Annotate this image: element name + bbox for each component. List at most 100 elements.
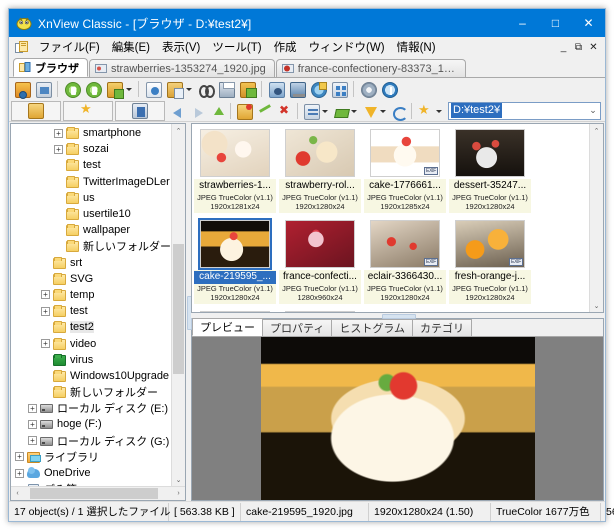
tree-node[interactable]: us — [11, 190, 185, 206]
presentation-button[interactable] — [287, 79, 307, 99]
forward-button[interactable] — [187, 101, 207, 121]
mdi-minimize-button[interactable]: _ — [556, 40, 571, 55]
tree-scroll-left-button[interactable]: ‹ — [11, 487, 24, 500]
tree-expander-icon[interactable]: + — [41, 290, 50, 300]
tree-node[interactable]: + ライブラリ — [11, 449, 185, 465]
menu-window[interactable]: ウィンドウ(W) — [303, 37, 391, 57]
horizontal-splitter[interactable] — [191, 313, 604, 319]
back-button[interactable] — [167, 101, 187, 121]
thumb-scroll-down-button[interactable]: ⌄ — [590, 299, 603, 312]
sort-dropdown-arrow[interactable] — [350, 101, 359, 121]
menu-tools[interactable]: ツール(T) — [206, 37, 267, 57]
tree-node[interactable]: + ローカル ディスク (G:) — [11, 433, 185, 449]
tree-node[interactable]: wallpaper — [11, 222, 185, 238]
thumbnail-grid[interactable]: strawberries-1... JPEG TrueColor (v1.1) 19… — [194, 127, 588, 312]
mdi-restore-button[interactable]: ⧉ — [571, 40, 586, 55]
new-folder-button[interactable] — [234, 101, 254, 121]
chevron-down-icon[interactable]: ⌄ — [586, 105, 600, 116]
tree-hscroll-thumb[interactable] — [30, 488, 158, 499]
add-favorite-dropdown-arrow[interactable] — [435, 101, 444, 121]
tree-node[interactable]: + ローカル ディスク (E:) — [11, 400, 185, 416]
thumbnail-vertical-scrollbar[interactable]: ⌃ ⌄ — [589, 124, 603, 312]
thumbnail-item[interactable]: cake-219595_... JPEG TrueColor (v1.1) 1920… — [194, 218, 276, 308]
maximize-button[interactable]: □ — [539, 9, 572, 37]
thumb-scroll-up-button[interactable]: ⌃ — [590, 124, 603, 137]
browser-button[interactable] — [12, 79, 32, 99]
rotate-left-button[interactable] — [62, 79, 82, 99]
thumbnail-item[interactable]: strawberry-rol... JPEG TrueColor (v1.1) 19… — [279, 127, 361, 217]
tree-node[interactable]: + smartphone — [11, 125, 185, 141]
catalog-button[interactable] — [115, 100, 165, 121]
web-page-button[interactable] — [308, 79, 328, 99]
tree-node[interactable]: SVG — [11, 271, 185, 287]
minimize-button[interactable]: – — [506, 9, 539, 37]
tree-node[interactable]: test2 — [11, 319, 185, 335]
preview-tab[interactable]: カテゴリ — [412, 319, 473, 336]
tree-hscroll-track[interactable] — [24, 487, 172, 500]
settings-button[interactable] — [358, 79, 378, 99]
add-favorite-button[interactable] — [415, 101, 435, 121]
folder-tree[interactable]: + smartphone + sozai test TwitterImageDLer us u… — [11, 124, 185, 500]
up-button[interactable] — [207, 101, 227, 121]
tree-node[interactable]: + hoge (F:) — [11, 416, 185, 432]
tree-scroll-down-button[interactable]: ⌄ — [172, 473, 185, 486]
tree-node[interactable]: + sozai — [11, 141, 185, 157]
rename-button[interactable] — [254, 101, 274, 121]
tree-node[interactable]: + OneDrive — [11, 465, 185, 481]
thumbnail-item[interactable]: france-confecti... JPEG TrueColor (v1.1) 1… — [279, 218, 361, 308]
about-button[interactable] — [379, 79, 399, 99]
convert-button[interactable] — [104, 79, 124, 99]
tree-node[interactable]: 新しいフォルダー — [11, 238, 185, 254]
menu-edit[interactable]: 編集(E) — [106, 37, 156, 57]
tree-node[interactable]: usertile10 — [11, 206, 185, 222]
tree-expander-icon[interactable]: + — [28, 419, 37, 429]
print-button[interactable] — [216, 79, 236, 99]
tree-node[interactable]: + temp — [11, 287, 185, 303]
tree-scroll-right-button[interactable]: › — [172, 487, 185, 500]
tree-scroll-up-button[interactable]: ⌃ — [172, 124, 185, 137]
tree-node[interactable]: + video — [11, 335, 185, 351]
folder-tree-button[interactable] — [11, 100, 61, 121]
mdi-close-button[interactable]: ✕ — [586, 40, 601, 55]
tree-node[interactable]: srt — [11, 255, 185, 271]
tree-vertical-scrollbar[interactable]: ⌃ ⌄ — [171, 124, 185, 486]
tree-scroll-thumb[interactable] — [173, 244, 184, 374]
menu-info[interactable]: 情報(N) — [391, 37, 442, 57]
tree-expander-icon[interactable]: + — [41, 339, 50, 349]
contact-sheet-button[interactable] — [329, 79, 349, 99]
refresh-button[interactable] — [388, 101, 408, 121]
filter-dropdown-arrow[interactable] — [379, 101, 388, 121]
tree-node[interactable]: test — [11, 157, 185, 173]
close-button[interactable]: ✕ — [572, 9, 605, 37]
tree-expander-icon[interactable]: + — [54, 144, 63, 154]
screen-capture-button[interactable] — [266, 79, 286, 99]
tree-node[interactable]: + test — [11, 303, 185, 319]
filter-button[interactable] — [359, 101, 379, 121]
preview-viewport[interactable] — [192, 337, 603, 500]
rotate-right-button[interactable] — [83, 79, 103, 99]
batch-convert-button[interactable] — [164, 79, 184, 99]
thumbnail-item[interactable]: EXIF eclair-3366430... JPEG TrueColor (v1.… — [364, 218, 446, 308]
menu-file[interactable]: ファイル(F) — [33, 37, 106, 57]
tree-expander-icon[interactable]: + — [15, 452, 24, 462]
tree-node[interactable]: TwitterImageDLer — [11, 174, 185, 190]
thumbnail-item[interactable]: dessert-35247... JPEG TrueColor (v1.1) 192… — [449, 127, 531, 217]
preview-tab[interactable]: ヒストグラム — [331, 319, 414, 336]
view-mode-button[interactable] — [301, 101, 321, 121]
tab-image-2[interactable]: france-confectionery-83373_1280.... — [275, 59, 466, 77]
delete-button[interactable] — [274, 101, 294, 121]
tab-browser[interactable]: ブラウザ — [13, 58, 88, 77]
thumbnail-item[interactable]: EXIF fresh-orange-j... JPEG TrueColor (v1.… — [449, 218, 531, 308]
address-input[interactable]: D:¥test2¥ ⌄ — [448, 101, 601, 120]
tree-node[interactable]: 新しいフォルダー — [11, 384, 185, 400]
batch-dropdown-arrow[interactable] — [185, 79, 194, 99]
tab-image-1[interactable]: strawberries-1353274_1920.jpg — [89, 59, 275, 77]
view-mode-dropdown-arrow[interactable] — [321, 101, 330, 121]
fit-window-button[interactable] — [33, 79, 53, 99]
tree-expander-icon[interactable]: + — [28, 403, 37, 413]
thumbnail-item[interactable]: strawberries-1... JPEG TrueColor (v1.1) 19… — [194, 127, 276, 217]
tree-node[interactable]: virus — [11, 352, 185, 368]
thumbnail-item[interactable]: EXIF cake-1776661... JPEG TrueColor (v1.1)… — [364, 127, 446, 217]
tree-expander-icon[interactable]: + — [54, 128, 63, 138]
tree-expander-icon[interactable]: + — [28, 436, 37, 446]
